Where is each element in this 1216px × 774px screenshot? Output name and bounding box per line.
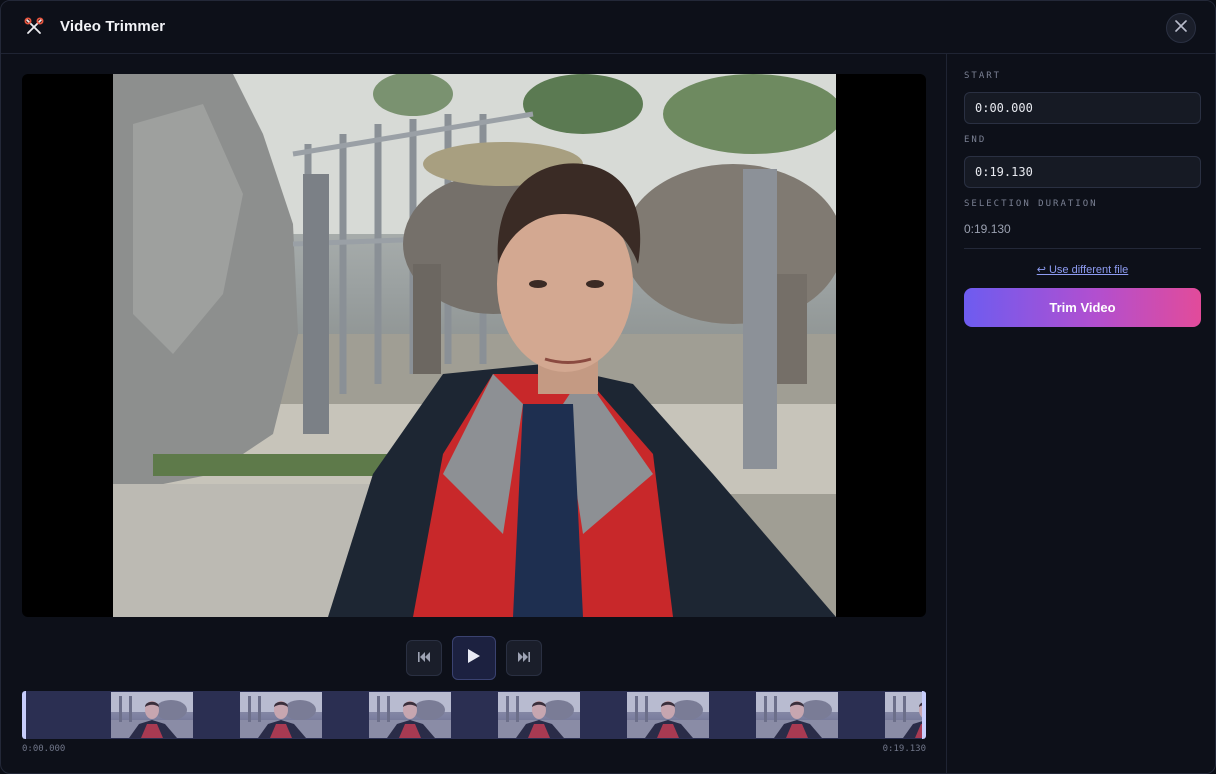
timeline-thumbnail xyxy=(111,692,193,738)
trim-video-button[interactable]: Trim Video xyxy=(964,288,1201,327)
skip-forward-icon xyxy=(518,649,530,667)
header: Video Trimmer xyxy=(1,1,1215,54)
timeline-thumbnail xyxy=(756,692,838,738)
selection-duration-label: SELECTION DURATION xyxy=(964,199,1098,209)
timeline-thumbnail xyxy=(627,692,709,738)
play-icon xyxy=(468,648,480,668)
end-label: END xyxy=(964,135,987,145)
video-player[interactable] xyxy=(22,74,926,617)
app-title: Video Trimmer xyxy=(60,18,166,35)
start-label: START xyxy=(964,71,1002,81)
selection-duration-value: 0:19.130 xyxy=(964,222,1011,236)
timeline-thumbnail xyxy=(885,692,926,738)
timeline-end-label: 0:19.130 xyxy=(882,744,926,754)
skip-forward-button[interactable] xyxy=(506,640,542,676)
timeline-thumbnail xyxy=(498,692,580,738)
play-button[interactable] xyxy=(452,636,496,680)
end-time-input[interactable] xyxy=(964,156,1201,188)
close-icon xyxy=(1175,19,1187,37)
skip-back-button[interactable] xyxy=(406,640,442,676)
video-trimmer-window: Video Trimmer 0:00.000 0:19.130 START 0:… xyxy=(0,0,1216,774)
side-panel: START END SELECTION DURATION 0:19.130 ↩ … xyxy=(946,54,1215,773)
divider xyxy=(964,248,1201,249)
playback-controls xyxy=(1,636,946,680)
close-button[interactable] xyxy=(1166,13,1196,43)
main-pane: 0:00.000 0:19.130 xyxy=(1,54,946,773)
video-frame xyxy=(113,74,836,617)
timeline-start-label: 0:00.000 xyxy=(22,744,66,754)
timeline-track[interactable] xyxy=(22,691,926,739)
trim-end-handle[interactable] xyxy=(922,691,926,739)
trim-start-handle[interactable] xyxy=(22,691,26,739)
timeline-thumbnail xyxy=(240,692,322,738)
timeline-thumbnail xyxy=(369,692,451,738)
skip-back-icon xyxy=(418,649,430,667)
start-time-input[interactable] xyxy=(964,92,1201,124)
scissors-icon xyxy=(23,17,45,39)
use-different-file-link[interactable]: ↩ Use different file xyxy=(964,263,1201,276)
